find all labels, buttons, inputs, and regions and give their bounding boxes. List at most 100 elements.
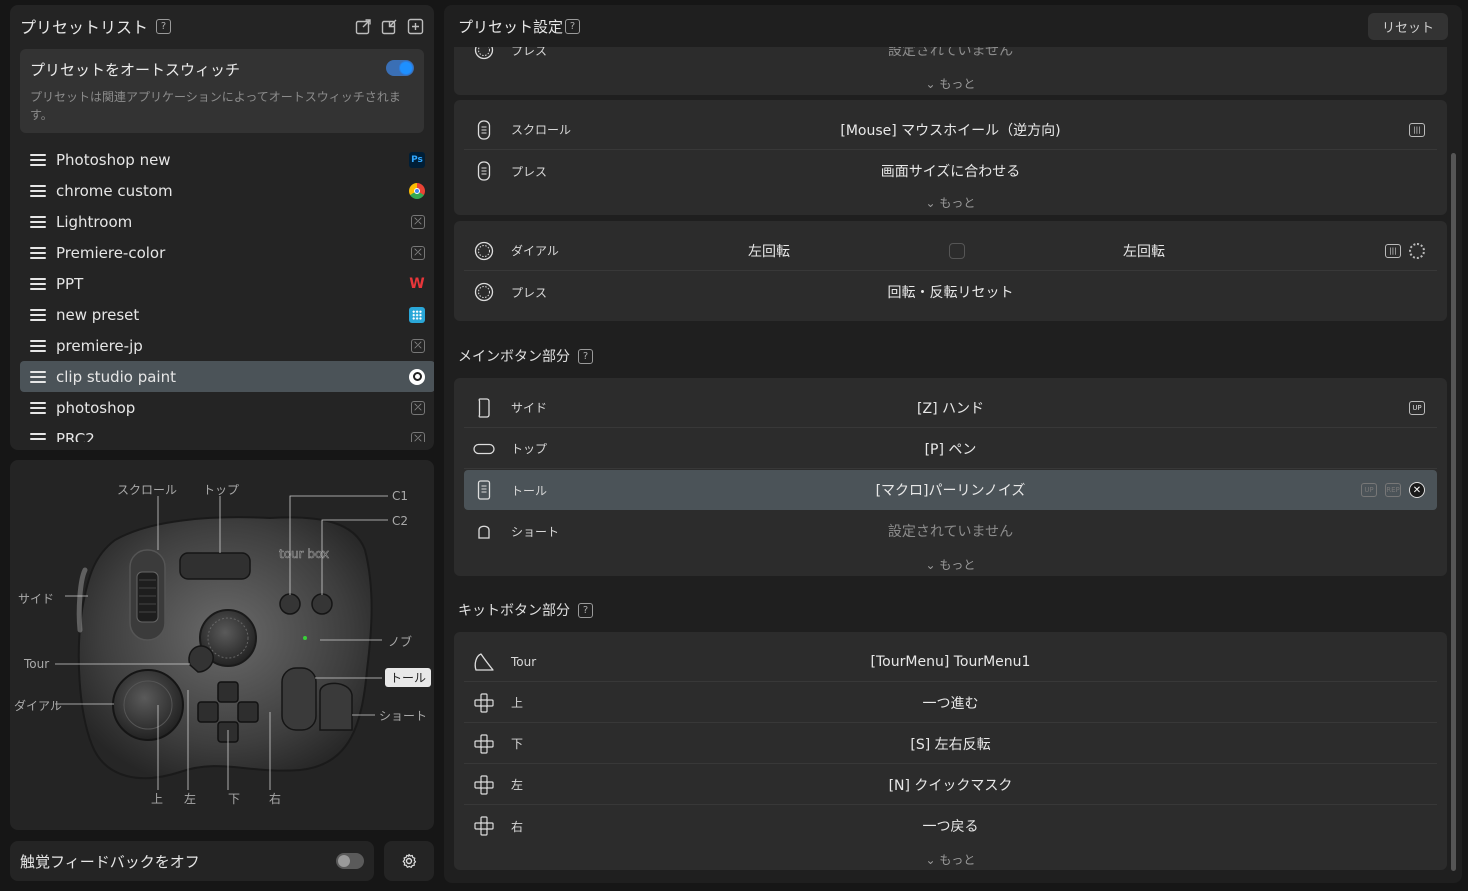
scroll-wheel-icon: [473, 160, 495, 182]
control-row-dial[interactable]: ダイアル 左回転 左回転 |||: [464, 231, 1437, 271]
preset-item[interactable]: Lightroom ⤫: [20, 206, 434, 237]
control-value: 一つ進む: [922, 695, 979, 712]
auto-switch-card: プリセットをオートスウィッチ プリセットは関連アプリケーションによってオートスウ…: [20, 49, 424, 133]
control-row[interactable]: トール [マクロ]パーリンノイズ UP REP ✕: [464, 470, 1437, 510]
control-name: 上: [511, 696, 524, 710]
control-row[interactable]: 左 [N] クイックマスク: [464, 765, 1437, 805]
drag-handle-icon[interactable]: [30, 246, 46, 259]
auto-switch-toggle[interactable]: [386, 60, 414, 76]
control-name: サイド: [511, 401, 548, 415]
more-label: もっと: [939, 558, 976, 572]
top-button-icon: [473, 438, 495, 460]
drag-handle-icon[interactable]: [30, 277, 46, 290]
label-top: トップ: [203, 483, 240, 497]
preset-item[interactable]: photoshop ⤫: [20, 392, 434, 423]
preset-item[interactable]: chrome custom: [20, 175, 434, 206]
label-right: 右: [269, 792, 282, 806]
main-buttons-help-icon[interactable]: ?: [578, 348, 593, 364]
label-dial: ダイアル: [14, 699, 62, 713]
control-row[interactable]: Tour [TourMenu] TourMenu1: [464, 642, 1437, 682]
preset-item[interactable]: clip studio paint: [20, 361, 434, 392]
drag-handle-icon[interactable]: [30, 215, 46, 228]
section-title-text: キットボタン部分: [458, 603, 570, 619]
more-link[interactable]: ⌄ もっと: [454, 851, 1447, 868]
settings-button[interactable]: [384, 841, 434, 881]
control-name: 右: [511, 819, 524, 834]
drag-handle-icon[interactable]: [30, 370, 46, 383]
preset-item[interactable]: new preset: [20, 299, 434, 330]
control-name: 下: [511, 737, 524, 751]
control-row[interactable]: ショート 設定されていません: [464, 511, 1437, 551]
import-icon[interactable]: [380, 17, 398, 35]
control-name: トップ: [511, 442, 548, 456]
drag-handle-icon[interactable]: [30, 339, 46, 352]
preset-name: PRC2: [56, 429, 95, 443]
haptic-feedback-toggle[interactable]: [336, 853, 364, 869]
control-row-scroll[interactable]: スクロール [Mouse] マウスホイール（逆方向) |||: [464, 110, 1437, 150]
drag-handle-icon[interactable]: [30, 308, 46, 321]
drag-handle-icon[interactable]: [30, 401, 46, 414]
preset-item[interactable]: premiere-jp ⤫: [20, 330, 434, 361]
preset-name: Photoshop new: [56, 150, 171, 169]
more-label: もっと: [939, 196, 976, 210]
label-down: 下: [228, 792, 241, 806]
drag-handle-icon[interactable]: [30, 432, 46, 443]
label-side: サイド: [18, 592, 55, 606]
control-row-scroll-press[interactable]: プレス 画面サイズに合わせる: [464, 151, 1437, 191]
haptic-feedback-label: 触覚フィードバックをオフ: [20, 852, 200, 871]
preset-name: Premiere-color: [56, 243, 166, 262]
repeat-icon[interactable]: REP: [1385, 483, 1401, 497]
preset-name: new preset: [56, 305, 140, 324]
dpad-down-icon: [473, 733, 495, 755]
swap-icon[interactable]: [949, 242, 965, 259]
preset-help-icon[interactable]: ?: [156, 18, 172, 34]
unlink-icon: ⤫: [411, 245, 425, 260]
export-icon[interactable]: [354, 17, 372, 35]
control-name: 左: [511, 778, 524, 792]
add-preset-icon[interactable]: [406, 17, 424, 35]
control-row[interactable]: 下 [S] 左右反転: [464, 724, 1437, 764]
settings-help-icon[interactable]: ?: [565, 18, 581, 34]
label-knob: ノブ: [388, 635, 413, 649]
control-row[interactable]: サイド [Z] ハンド UP: [464, 388, 1437, 428]
control-value: 画面サイズに合わせる: [880, 164, 1021, 180]
preset-item[interactable]: Photoshop new Ps: [20, 144, 434, 175]
control-row[interactable]: トップ [P] ペン: [464, 429, 1437, 469]
photoshop-icon: Ps: [409, 151, 425, 168]
control-row[interactable]: 上 一つ進む: [464, 683, 1437, 723]
control-row-dial-press[interactable]: プレス 回転・反転リセット: [464, 272, 1437, 312]
preset-item[interactable]: Premiere-color ⤫: [20, 237, 434, 268]
key-up-icon[interactable]: UP: [1409, 400, 1425, 415]
tourbox-device-illustration: tour box: [55, 495, 388, 790]
loading-icon[interactable]: [1409, 242, 1425, 259]
dial-card: ダイアル 左回転 左回転 ||| プレス 回転・反転リセット: [454, 221, 1447, 321]
label-up: 上: [151, 792, 164, 806]
preset-list-header: プリセットリスト ?: [10, 5, 434, 47]
scroll-card: スクロール [Mouse] マウスホイール（逆方向) ||| プレス 画面サイズ…: [454, 100, 1447, 215]
preset-settings-panel: プリセット設定 ? リセット プレス 設定されていません ⌄ もっと スクロール…: [444, 5, 1462, 883]
drag-handle-icon[interactable]: [30, 184, 46, 197]
drag-handle-icon[interactable]: [30, 153, 46, 166]
dpad-right-icon: [473, 815, 495, 837]
key-up-icon[interactable]: UP: [1361, 483, 1377, 497]
kit-buttons-help-icon[interactable]: ?: [578, 602, 593, 618]
vibration-icon[interactable]: |||: [1385, 243, 1401, 258]
label-tall: トール: [385, 668, 432, 687]
dpad-left-icon: [473, 774, 495, 796]
clear-icon[interactable]: ✕: [1409, 482, 1425, 498]
reset-button[interactable]: リセット: [1367, 12, 1448, 40]
control-value: 一つ戻る: [922, 819, 979, 835]
preset-item[interactable]: PPT W: [20, 268, 434, 299]
vibration-icon[interactable]: |||: [1409, 122, 1425, 137]
chrome-icon: [409, 182, 425, 199]
more-link[interactable]: ⌄ もっと: [454, 194, 1447, 211]
control-value: [P] ペン: [924, 441, 977, 458]
main-buttons-card: サイド [Z] ハンド UP トップ [P] ペン トール [マクロ]パーリンノイズ UP RE…: [454, 378, 1447, 576]
preset-item[interactable]: PRC2 ⤫: [20, 423, 434, 442]
more-link[interactable]: ⌄ もっと: [454, 75, 1447, 92]
control-row[interactable]: 右 一つ戻る: [464, 806, 1437, 846]
more-link[interactable]: ⌄ もっと: [454, 556, 1447, 573]
auto-switch-title: プリセットをオートスウィッチ: [30, 61, 241, 79]
settings-scrollbar[interactable]: [1451, 153, 1456, 871]
preset-name: clip studio paint: [56, 367, 176, 386]
